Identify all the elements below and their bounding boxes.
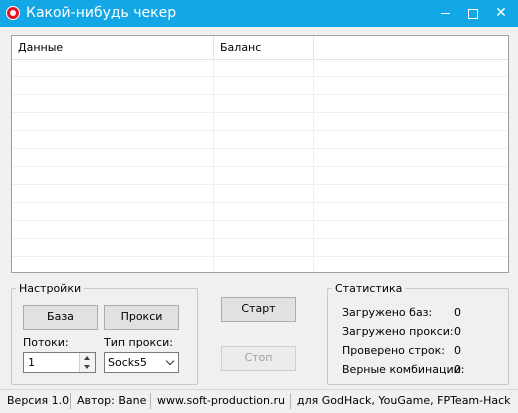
maximize-icon[interactable] bbox=[460, 0, 486, 27]
arrow-down-icon[interactable] bbox=[84, 365, 90, 369]
threads-stepper[interactable]: 1 bbox=[23, 352, 96, 373]
table-row bbox=[12, 221, 508, 239]
arrow-up-icon[interactable] bbox=[84, 356, 90, 360]
statistics-legend: Статистика bbox=[335, 282, 403, 295]
load-database-button[interactable]: База bbox=[23, 305, 98, 330]
table-row bbox=[12, 257, 508, 272]
stat-checked-lines-value: 0 bbox=[454, 344, 461, 357]
status-separator bbox=[150, 393, 151, 409]
minimize-icon[interactable] bbox=[432, 0, 458, 27]
table-row bbox=[12, 77, 508, 95]
close-icon[interactable]: ✕ bbox=[488, 0, 514, 27]
start-button[interactable]: Старт bbox=[221, 297, 296, 322]
table-row bbox=[12, 59, 508, 77]
app-icon bbox=[6, 6, 20, 20]
table-row bbox=[12, 239, 508, 257]
table-row bbox=[12, 113, 508, 131]
column-header-data[interactable]: Данные bbox=[12, 36, 214, 59]
status-credits: для GodHack, YouGame, FPTeam-Hack bbox=[297, 394, 511, 407]
table-row bbox=[12, 203, 508, 221]
table-row bbox=[12, 149, 508, 167]
threads-value[interactable]: 1 bbox=[28, 356, 35, 369]
load-proxy-button[interactable]: Прокси bbox=[104, 305, 179, 330]
proxy-type-label: Тип прокси: bbox=[104, 336, 174, 349]
column-header-balance[interactable]: Баланс bbox=[214, 36, 314, 59]
stat-valid-combos-label: Верные комбинации: bbox=[342, 363, 465, 376]
title-bar: Какой-нибудь чекер ✕ bbox=[0, 0, 518, 27]
stat-checked-lines-label: Проверено строк: bbox=[342, 344, 445, 357]
settings-legend: Настройки bbox=[19, 282, 82, 295]
table-row bbox=[12, 185, 508, 203]
proxy-type-select[interactable]: Socks5 bbox=[104, 352, 179, 373]
stat-valid-combos-value: 0 bbox=[454, 363, 461, 376]
stat-loaded-proxies-value: 0 bbox=[454, 325, 461, 338]
grid-rows bbox=[12, 59, 508, 272]
stat-loaded-bases-label: Загружено баз: bbox=[342, 306, 433, 319]
status-separator bbox=[70, 393, 71, 409]
table-row bbox=[12, 167, 508, 185]
stepper-arrows[interactable] bbox=[79, 353, 95, 372]
status-bar: Версия 1.0 Автор: Bane www.soft-producti… bbox=[0, 389, 518, 413]
chevron-down-icon[interactable] bbox=[165, 356, 175, 366]
status-site-link[interactable]: www.soft-production.ru bbox=[157, 394, 285, 407]
proxy-type-value: Socks5 bbox=[108, 356, 147, 369]
status-author: Автор: Bane bbox=[77, 394, 147, 407]
table-row bbox=[12, 95, 508, 113]
results-grid[interactable]: Данные Баланс bbox=[11, 35, 509, 273]
threads-label: Потоки: bbox=[23, 336, 69, 349]
table-row bbox=[12, 131, 508, 149]
grid-header: Данные Баланс bbox=[12, 36, 508, 60]
stop-button[interactable]: Стоп bbox=[221, 346, 296, 371]
window-title: Какой-нибудь чекер bbox=[26, 5, 177, 21]
status-version: Версия 1.0 bbox=[7, 394, 70, 407]
stat-loaded-proxies-label: Загружено прокси: bbox=[342, 325, 454, 338]
stat-loaded-bases-value: 0 bbox=[454, 306, 461, 319]
status-separator bbox=[290, 393, 291, 409]
